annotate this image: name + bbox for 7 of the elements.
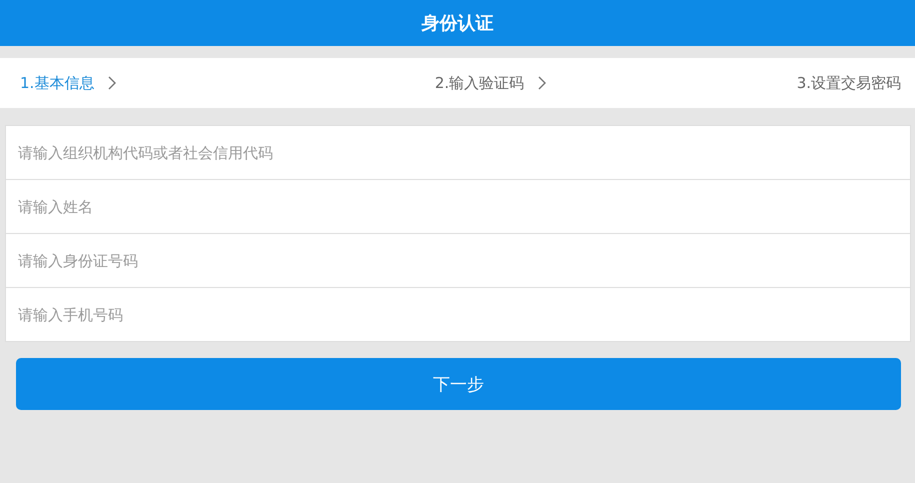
page-title: 身份认证 [422,12,494,35]
step-label: 2.输入验证码 [434,74,524,92]
next-button[interactable]: 下一步 [16,358,901,410]
step-label: 1.基本信息 [20,74,94,92]
chevron-icon [108,76,116,90]
step-label: 3.设置交易密码 [796,74,902,92]
chevron-icon [538,76,546,90]
